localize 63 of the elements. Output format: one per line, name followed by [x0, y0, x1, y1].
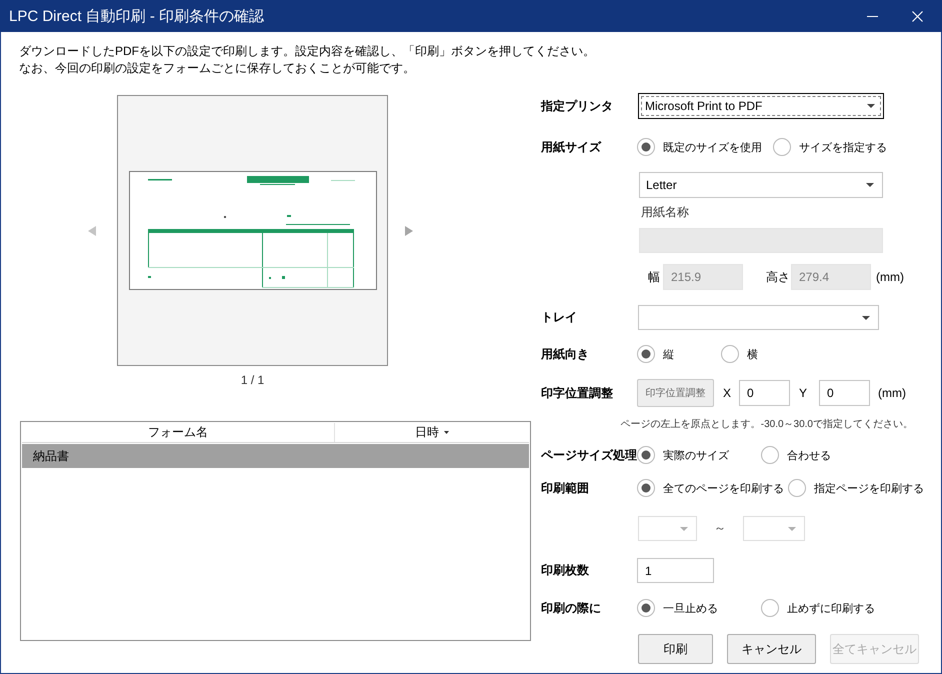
radio-option[interactable]: 実際のサイズ: [637, 446, 761, 464]
caret-icon: [680, 526, 688, 530]
caret-icon: [862, 316, 870, 320]
radio-option[interactable]: サイズを指定する: [773, 138, 887, 156]
field-label: 用紙名称: [641, 204, 689, 220]
setting-label: 用紙向き: [541, 346, 590, 362]
dialog-button[interactable]: キャンセル: [727, 634, 816, 664]
setting-label: 印字位置調整: [541, 384, 614, 402]
radio-icon[interactable]: [761, 599, 779, 617]
radio-option[interactable]: 合わせる: [761, 446, 831, 464]
tray-dropdown[interactable]: [638, 305, 879, 330]
setting-label: 用紙サイズ: [541, 138, 602, 156]
unit-label: (mm): [876, 270, 904, 284]
left-arrow-icon[interactable]: [88, 226, 96, 236]
radio-icon[interactable]: [721, 345, 739, 363]
radio-option[interactable]: 指定ページを印刷する: [788, 479, 924, 497]
caret-icon: [867, 104, 875, 108]
radio-option[interactable]: 一旦止める: [637, 599, 761, 617]
table-cell: 納品書: [33, 448, 69, 464]
field-label: 幅: [648, 268, 660, 286]
field-label: 高さ: [766, 268, 790, 286]
setting-label: 印刷の際に: [541, 600, 602, 616]
radio-icon[interactable]: [637, 479, 655, 497]
close-icon[interactable]: [912, 10, 923, 22]
radio-icon[interactable]: [773, 138, 791, 156]
unit-label: (mm): [878, 386, 906, 400]
range-separator: ～: [714, 520, 726, 537]
description-text: ダウンロードしたPDFを以下の設定で印刷します。設定内容を確認し、「印刷」ボタンを押してください。: [19, 43, 596, 60]
radio-icon[interactable]: [761, 446, 779, 464]
y-offset-field[interactable]: 0: [819, 380, 870, 406]
column-header[interactable]: 日時: [335, 423, 529, 442]
position-adjust-button[interactable]: 印字位置調整: [637, 379, 714, 407]
radio-icon[interactable]: [637, 138, 655, 156]
radio-option[interactable]: 全てのページを印刷する: [637, 479, 788, 497]
radio-icon[interactable]: [637, 446, 655, 464]
dialog-button[interactable]: 印刷: [638, 634, 713, 664]
copies-field[interactable]: 1: [637, 558, 714, 583]
radio-option[interactable]: 縦: [637, 345, 721, 363]
caret-icon: [788, 526, 796, 530]
setting-label: 印刷範囲: [541, 480, 590, 496]
setting-label: 指定プリンタ: [541, 98, 614, 114]
radio-icon[interactable]: [637, 599, 655, 617]
radio-option[interactable]: 既定のサイズを使用: [637, 138, 773, 156]
field-label: X: [723, 386, 732, 400]
radio-icon[interactable]: [788, 479, 806, 497]
radio-option[interactable]: 止めずに印刷する: [761, 599, 875, 617]
hint-text: ページの左上を原点とします。-30.0～30.0で指定してください。: [620, 418, 914, 432]
page-counter: 1 / 1: [240, 372, 266, 389]
printer-dropdown[interactable]: Microsoft Print to PDF: [638, 93, 884, 119]
setting-label: トレイ: [541, 309, 578, 326]
radio-icon[interactable]: [637, 345, 655, 363]
setting-label: ページサイズ処理: [541, 446, 637, 464]
column-header[interactable]: フォーム名: [22, 423, 335, 442]
window-title: LPC Direct 自動印刷 - 印刷条件の確認: [9, 6, 264, 26]
caret-icon: [866, 183, 874, 187]
paper-size-dropdown[interactable]: Letter: [639, 172, 883, 198]
field-label: Y: [799, 386, 808, 400]
radio-option[interactable]: 横: [721, 345, 758, 363]
description-text: なお、今回の印刷の設定をフォームごとに保存しておくことが可能です。: [19, 60, 416, 77]
table-row[interactable]: 納品書: [22, 444, 529, 468]
right-arrow-icon[interactable]: [405, 226, 413, 236]
setting-label: 印刷枚数: [541, 562, 590, 579]
x-offset-field[interactable]: 0: [739, 380, 790, 406]
